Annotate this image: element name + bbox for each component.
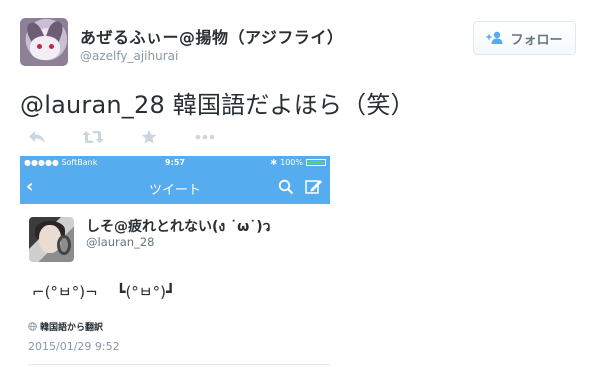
author-display-name[interactable]: あぜるふぃー@揚物（アジフライ）	[80, 24, 343, 48]
more-dots-icon	[195, 134, 215, 140]
phone-status-bar: ●●●●● SoftBank 9:57 ✱ 100%	[20, 156, 330, 170]
divider	[28, 364, 330, 365]
inner-tweet-text: ⌐(°ㅂ°)¬ ┗(°ㅂ°)┛	[32, 283, 175, 301]
translate-link: 韓国語から翻訳	[28, 320, 103, 333]
search-icon	[278, 179, 294, 195]
tweet-mention[interactable]: @lauran_28	[20, 91, 165, 119]
battery-percent: 100%	[280, 158, 303, 167]
battery-icon	[306, 159, 326, 166]
follow-button[interactable]: フォロー	[473, 21, 576, 55]
reply-button[interactable]	[22, 126, 52, 148]
tweet-text: @lauran_28 韓国語だよほら（笑）	[20, 85, 415, 120]
follow-button-label: フォロー	[510, 32, 563, 48]
inner-screen-name: @lauran_28	[86, 235, 155, 249]
tweet-actions	[22, 126, 246, 148]
tweet-body: 韓国語だよほら（笑）	[164, 91, 415, 119]
phone-nav-bar: ‹ ツイート	[20, 170, 330, 204]
retweet-button[interactable]	[78, 126, 108, 148]
status-right: ✱ 100%	[270, 158, 326, 167]
globe-icon	[28, 322, 37, 331]
reply-icon	[29, 131, 45, 143]
attached-screenshot[interactable]: ●●●●● SoftBank 9:57 ✱ 100% ‹ ツイート しそ@疲れと…	[20, 156, 330, 367]
translate-label: 韓国語から翻訳	[40, 323, 104, 333]
author-avatar[interactable]	[20, 18, 68, 66]
bluetooth-icon: ✱	[270, 158, 278, 167]
author-screen-name[interactable]: @azelfy_ajihurai	[80, 49, 178, 63]
compose-icon	[305, 180, 322, 194]
inner-tweet-date: 2015/01/29 9:52	[28, 340, 120, 353]
favorite-button[interactable]	[134, 126, 164, 148]
inner-author-avatar	[29, 217, 74, 262]
more-button[interactable]	[190, 126, 220, 148]
retweet-icon	[82, 131, 104, 143]
favorite-star-icon	[141, 129, 157, 144]
add-user-icon	[486, 31, 503, 44]
